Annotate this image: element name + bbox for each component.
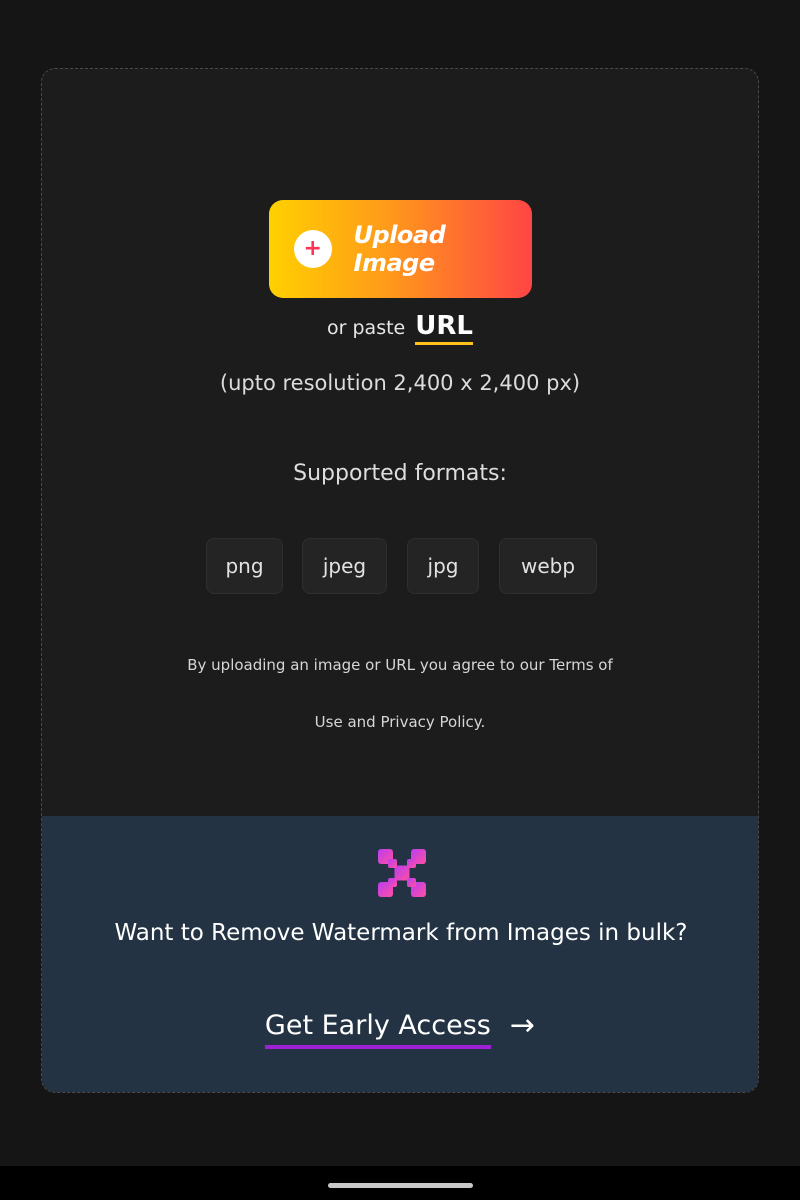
format-chip-jpeg: jpeg [302, 538, 387, 594]
paste-url-line: or paste URL [42, 311, 758, 345]
bulk-promo-banner: Want to Remove Watermark from Images in … [42, 816, 758, 1092]
resolution-note: (upto resolution 2,400 x 2,400 px) [219, 371, 581, 395]
get-early-access-label: Get Early Access [264, 1010, 491, 1049]
format-chips: png jpeg jpg webp [42, 538, 758, 594]
bulk-promo-title: Want to Remove Watermark from Images in … [114, 920, 688, 946]
upload-dropzone[interactable]: + Upload Image or paste URL (upto resolu… [42, 69, 758, 816]
terms-line-2: Use and Privacy Policy. [314, 713, 486, 731]
checker-x-logo-icon [378, 849, 426, 897]
upload-image-button[interactable]: + Upload Image [269, 200, 532, 298]
format-chip-png: png [206, 538, 283, 594]
upload-image-label: Upload Image [353, 221, 446, 277]
terms-line-1: By uploading an image or URL you agree t… [187, 656, 613, 674]
paste-prefix: or paste [327, 317, 406, 339]
system-navigation-bar [0, 1166, 800, 1200]
plus-icon: + [294, 230, 332, 268]
get-early-access-link[interactable]: Get Early Access → [42, 1008, 758, 1049]
terms-notice: By uploading an image or URL you agree t… [42, 637, 758, 751]
arrow-right-icon: → [509, 1008, 536, 1043]
upload-card: + Upload Image or paste URL (upto resolu… [41, 68, 759, 1093]
page: + Upload Image or paste URL (upto resolu… [0, 0, 800, 1200]
format-chip-jpg: jpg [407, 538, 479, 594]
format-chip-webp: webp [499, 538, 597, 594]
home-gesture-handle[interactable] [328, 1183, 473, 1188]
supported-formats-title: Supported formats: [293, 461, 507, 486]
paste-url-link[interactable]: URL [415, 311, 473, 345]
